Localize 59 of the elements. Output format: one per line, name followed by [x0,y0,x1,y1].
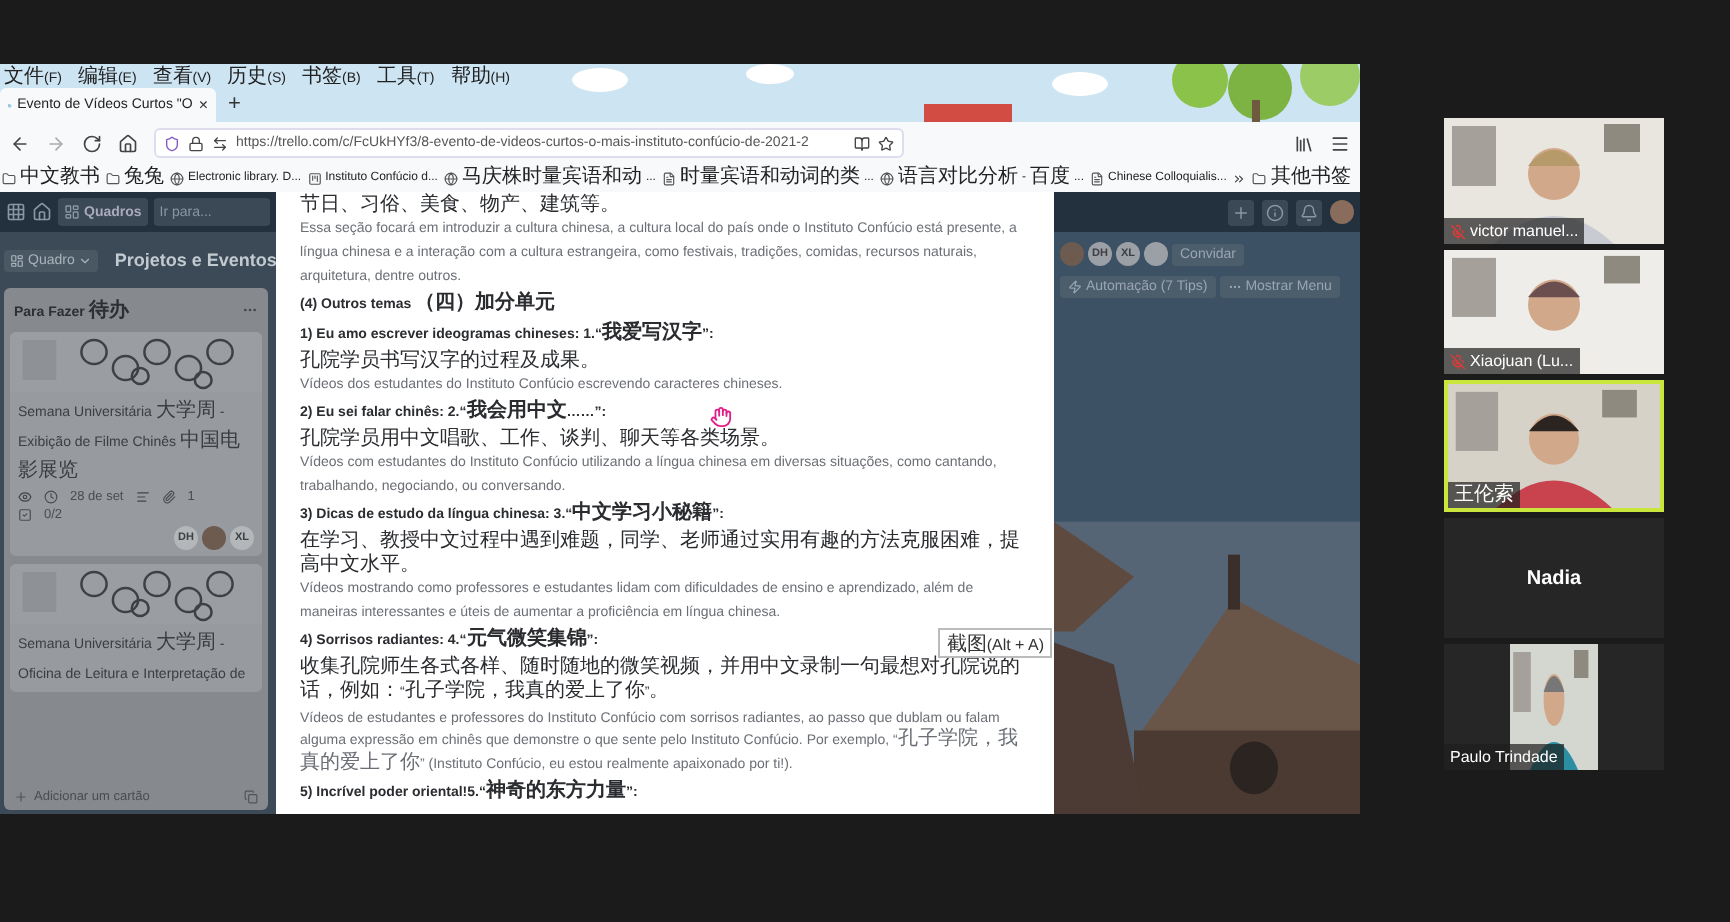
hand-cursor-icon [710,405,732,428]
participant-name: victor manuel... [1444,218,1585,244]
participant-name: Nadia [1526,567,1582,589]
board-icon [307,171,322,185]
home-icon[interactable] [32,202,52,222]
reload-icon[interactable] [82,133,102,153]
folder-icon [2,171,16,185]
video-tile[interactable]: victor manuel... [1444,118,1664,244]
new-tab-button[interactable]: + [228,88,241,122]
eye-icon [18,490,32,504]
description-icon [135,490,150,504]
lightning-icon [1068,280,1082,294]
paragraph: 孔院学员用中文唱歌、工作、谈判、聊天等各类场景。 [300,425,780,451]
board-title: Projetos e Eventos [114,250,277,270]
shield-icon [164,135,180,151]
participant-name: Paulo Trindade [1444,744,1564,770]
info-icon[interactable] [1266,203,1284,221]
plus-icon[interactable] [1232,203,1250,221]
board-icon [10,253,24,267]
paragraph: 孔院学员书写汉字的过程及成果。 [300,347,600,372]
tooltip: 截图(Alt + A) [938,627,1052,658]
chevrons-icon[interactable] [1232,171,1247,185]
more-icon [1227,280,1242,294]
folder-icon [106,171,120,185]
video-tile[interactable]: Xiaojuan (Lu... [1444,250,1664,374]
video-tile[interactable]: Nadia [1444,518,1664,638]
paperclip-icon [161,490,176,504]
globe-icon [170,171,184,185]
reader-icon[interactable] [854,135,870,151]
paragraph: 在学习、教授中文过程中遇到难题，同学、老师通过实用有趣的方法克服困难，提高中文水平。 [300,527,1022,577]
bookmark[interactable]: 兔兔 [106,164,164,192]
plus-icon [14,790,28,804]
document-icon [1090,171,1104,185]
video-tile[interactable]: Paulo Trindade [1444,644,1664,770]
folder-icon [1252,171,1267,185]
avatar-icon[interactable] [1330,200,1354,224]
lock-icon [188,135,204,151]
home-icon[interactable] [118,133,138,153]
bell-icon[interactable] [1300,203,1318,221]
chevron-down-icon [78,253,93,267]
paragraph: 节日、习俗、美食、物产、建筑等。 [300,192,620,217]
bookmark[interactable]: 中文教书 [2,164,100,192]
video-tile[interactable]: 王伦索 [1444,380,1664,512]
back-icon[interactable] [10,133,30,153]
arrows-icon [212,135,228,151]
apps-icon[interactable] [6,202,26,222]
menu-icon[interactable] [1330,133,1350,153]
library-icon[interactable] [1294,133,1314,153]
participant-name: 王伦索 [1448,482,1520,508]
checklist-icon [18,508,32,522]
globe-icon [443,171,458,185]
globe-icon [879,171,894,185]
document-icon [661,171,676,185]
participant-name: Xiaojuan (Lu... [1444,348,1580,374]
board-icon [64,204,80,220]
close-icon[interactable]: × [198,96,208,114]
clock-icon [44,490,58,504]
star-icon[interactable] [878,135,894,151]
bookmark[interactable]: 其他书签 [1252,164,1351,192]
